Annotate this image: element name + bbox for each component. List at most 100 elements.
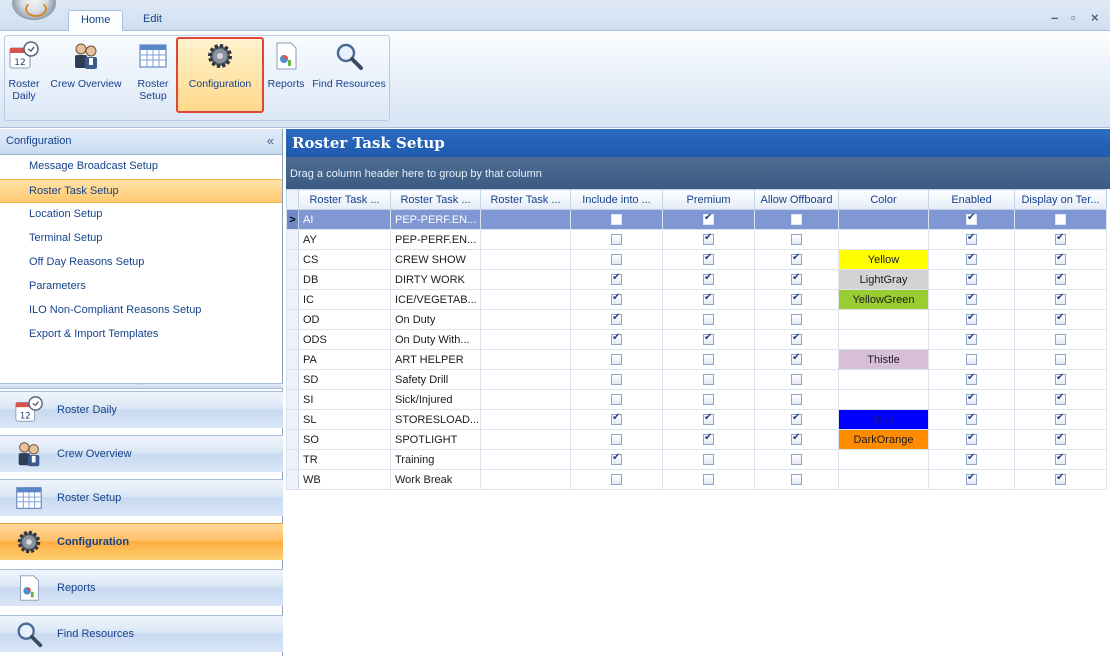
cell-task-code[interactable]: ODS (298, 329, 391, 350)
nav-item-parameters[interactable]: Parameters (0, 275, 282, 299)
checkbox[interactable] (791, 394, 802, 406)
cell-task-name[interactable]: CREW SHOW (390, 249, 481, 270)
checkbox[interactable] (611, 394, 622, 406)
cell-task-extra[interactable] (480, 449, 571, 470)
collapse-pane-icon[interactable]: « (267, 133, 274, 148)
nav-button-roster-daily[interactable]: 12 Roster Daily (0, 391, 283, 428)
checkbox[interactable] (1055, 412, 1066, 426)
roster-setup-ribbon-button[interactable]: Roster Setup (131, 40, 175, 102)
column-header[interactable]: Roster Task ... (480, 189, 571, 210)
checkbox[interactable] (703, 252, 714, 266)
checkbox[interactable] (791, 292, 802, 306)
checkbox[interactable] (791, 412, 802, 426)
checkbox[interactable] (966, 472, 977, 486)
checkbox[interactable] (966, 392, 977, 406)
checkbox[interactable] (611, 332, 622, 346)
nav-item-location-setup[interactable]: Location Setup (0, 203, 282, 227)
cell-color[interactable]: DarkOrange (838, 429, 929, 450)
application-menu-button[interactable] (12, 0, 56, 20)
cell-color[interactable]: Thistle (838, 349, 929, 370)
checkbox[interactable] (703, 394, 714, 406)
cell-task-code[interactable]: PA (298, 349, 391, 370)
cell-task-code[interactable]: DB (298, 269, 391, 290)
cell-color[interactable] (838, 209, 929, 230)
cell-task-code[interactable]: SD (298, 369, 391, 390)
nav-item-terminal-setup[interactable]: Terminal Setup (0, 227, 282, 251)
cell-color[interactable] (838, 449, 929, 470)
cell-task-extra[interactable] (480, 409, 571, 430)
reports-ribbon-button[interactable]: Reports (265, 40, 307, 90)
table-row[interactable]: ICICE/VEGETAB... YellowGreen (286, 289, 1107, 310)
row-indicator[interactable] (286, 329, 299, 350)
table-row[interactable]: ODS On Duty With... (286, 329, 1107, 350)
checkbox[interactable] (791, 314, 802, 326)
cell-color[interactable] (838, 469, 929, 490)
crew-overview-ribbon-button[interactable]: Crew Overview (43, 40, 129, 90)
cell-task-extra[interactable] (480, 269, 571, 290)
cell-task-name[interactable]: On Duty (390, 309, 481, 330)
cell-task-code[interactable]: WB (298, 469, 391, 490)
checkbox[interactable] (611, 412, 622, 426)
table-row[interactable]: PAART HELPER Thistle (286, 349, 1107, 370)
cell-task-name[interactable]: SPOTLIGHT (390, 429, 481, 450)
table-row[interactable]: SLSTORESLOAD... Blue (286, 409, 1107, 430)
checkbox[interactable] (1055, 214, 1066, 226)
table-row[interactable]: TR Training (286, 449, 1107, 470)
nav-button-crew-overview[interactable]: Crew Overview (0, 435, 283, 472)
checkbox[interactable] (703, 474, 714, 486)
cell-color[interactable] (838, 369, 929, 390)
row-indicator[interactable] (286, 429, 299, 450)
checkbox[interactable] (966, 452, 977, 466)
cell-color[interactable] (838, 309, 929, 330)
checkbox[interactable] (791, 214, 802, 226)
nav-button-find-resources[interactable]: Find Resources (0, 615, 283, 652)
nav-item-ilo-non-compliant-reasons-setup[interactable]: ILO Non-Compliant Reasons Setup (0, 299, 282, 323)
checkbox[interactable] (1055, 312, 1066, 326)
column-header[interactable]: Allow Offboard (754, 189, 839, 210)
cell-task-name[interactable]: STORESLOAD... (390, 409, 481, 430)
row-indicator[interactable] (286, 309, 299, 330)
nav-button-configuration[interactable]: Configuration (0, 523, 283, 560)
cell-task-extra[interactable] (480, 469, 571, 490)
cell-task-extra[interactable] (480, 209, 571, 230)
cell-task-name[interactable]: PEP-PERF.EN... (390, 209, 481, 230)
column-header[interactable]: Color (838, 189, 929, 210)
find-resources-ribbon-button[interactable]: Find Resources (309, 40, 389, 90)
cell-task-extra[interactable] (480, 429, 571, 450)
checkbox[interactable] (1055, 232, 1066, 246)
checkbox[interactable] (966, 412, 977, 426)
column-header[interactable]: Enabled (928, 189, 1015, 210)
cell-task-code[interactable]: TR (298, 449, 391, 470)
checkbox[interactable] (611, 214, 622, 226)
checkbox[interactable] (1055, 334, 1066, 346)
checkbox[interactable] (1055, 392, 1066, 406)
checkbox[interactable] (703, 292, 714, 306)
cell-task-extra[interactable] (480, 309, 571, 330)
checkbox[interactable] (703, 332, 714, 346)
checkbox[interactable] (1055, 252, 1066, 266)
table-row[interactable]: WB Work Break (286, 469, 1107, 490)
checkbox[interactable] (611, 434, 622, 446)
row-indicator[interactable] (286, 349, 299, 370)
checkbox[interactable] (703, 432, 714, 446)
checkbox[interactable] (791, 234, 802, 246)
checkbox[interactable] (611, 312, 622, 326)
cell-task-extra[interactable] (480, 249, 571, 270)
cell-color[interactable]: LightGray (838, 269, 929, 290)
cell-color[interactable] (838, 389, 929, 410)
cell-task-name[interactable]: Work Break (390, 469, 481, 490)
row-indicator[interactable] (286, 369, 299, 390)
cell-color[interactable] (838, 229, 929, 250)
cell-task-extra[interactable] (480, 229, 571, 250)
checkbox[interactable] (791, 432, 802, 446)
checkbox[interactable] (611, 354, 622, 366)
column-header[interactable]: Roster Task ... (298, 189, 391, 210)
checkbox[interactable] (791, 272, 802, 286)
checkbox[interactable] (703, 212, 714, 226)
checkbox[interactable] (1055, 354, 1066, 366)
checkbox[interactable] (611, 254, 622, 266)
column-header[interactable]: Include into ... (570, 189, 663, 210)
cell-task-code[interactable]: CS (298, 249, 391, 270)
checkbox[interactable] (1055, 372, 1066, 386)
cell-task-name[interactable]: Training (390, 449, 481, 470)
